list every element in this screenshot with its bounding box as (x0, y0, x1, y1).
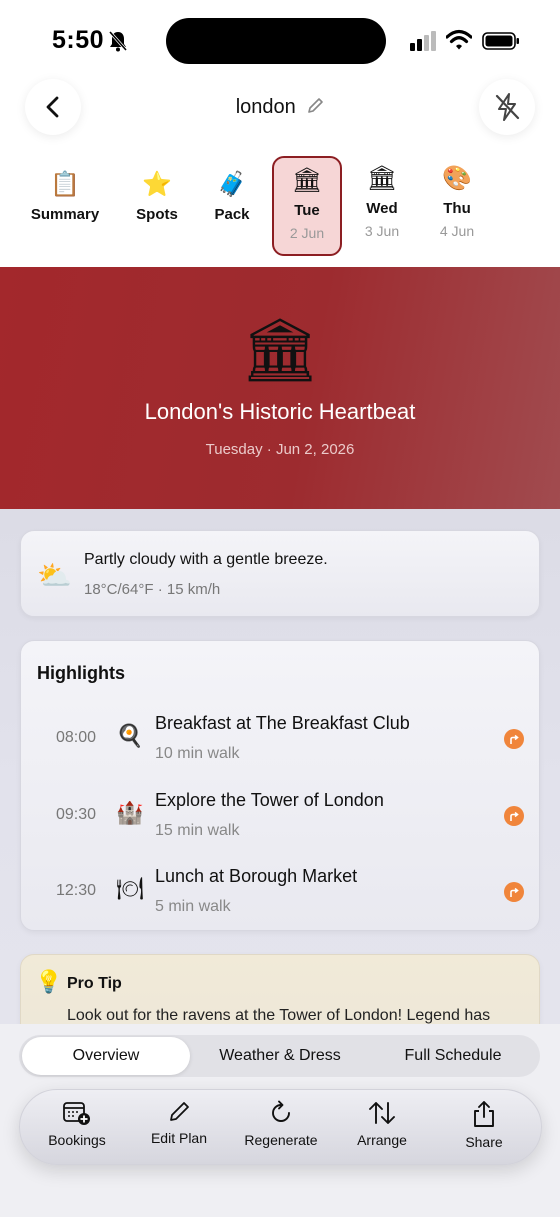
bookings-button[interactable]: Bookings (32, 1100, 122, 1148)
toolbar-label: Share (465, 1134, 503, 1150)
highlights-card: Highlights 08:00 🍳 Breakfast at The Brea… (20, 640, 540, 931)
weather-wind: 15 km/h (166, 581, 221, 598)
status-time: 5:50 (52, 26, 105, 54)
star-icon: ⭐ (142, 171, 172, 198)
regenerate-button[interactable]: Regenerate (236, 1100, 326, 1148)
highlights-title: Highlights (37, 663, 125, 683)
highlight-name: Explore the Tower of London (155, 790, 384, 810)
share-button[interactable]: Share (439, 1100, 529, 1150)
tab-day-tue[interactable]: 🏛 Tue 2 Jun (272, 156, 342, 256)
action-toolbar: Bookings Edit Plan Regenerate Arrange Sh… (19, 1089, 542, 1165)
day-date: Jun 2, 2026 (275, 441, 355, 458)
plate-icon: 🍽 (116, 876, 144, 901)
pencil-icon (170, 1102, 189, 1121)
frying-pan-icon: 🍳 (116, 723, 144, 748)
tab-day-thu[interactable]: 🎨 Thu 4 Jun (422, 156, 492, 256)
tab-date: 4 Jun (439, 223, 475, 239)
weather-card[interactable]: ⛅ Partly cloudy with a gentle breeze. 18… (20, 530, 540, 617)
highlight-item[interactable]: 09:30 🏰 Explore the Tower of London 15 m… (21, 784, 541, 854)
tip-body: Look out for the ravens at the Tower of … (67, 1007, 491, 1024)
flash-off-button[interactable] (479, 79, 535, 135)
bell-slash-icon (108, 31, 128, 52)
tab-label: Spots (136, 206, 178, 223)
tab-date: 3 Jun (364, 223, 400, 239)
calendar-plus-icon (63, 1102, 90, 1125)
view-segmented-control: Overview Weather & Dress Full Schedule (19, 1035, 540, 1077)
weather-description: Partly cloudy with a gentle breeze. (84, 551, 328, 568)
separator-dot: · (266, 441, 276, 458)
toolbar-label: Regenerate (244, 1132, 318, 1148)
highlight-time: 09:30 (56, 806, 97, 823)
tab-label: Tue (294, 202, 320, 219)
edit-plan-button[interactable]: Edit Plan (134, 1100, 224, 1146)
pencil-icon (308, 98, 324, 113)
battery-icon (482, 32, 519, 50)
directions-button[interactable] (504, 729, 524, 749)
toolbar-label: Edit Plan (150, 1130, 208, 1146)
classical-building-icon: 🏛 (366, 165, 398, 192)
tab-pack[interactable]: 🧳 Pack (197, 156, 267, 256)
castle-icon: 🏰 (116, 800, 144, 825)
toolbar-label: Arrange (357, 1132, 407, 1148)
directions-button[interactable] (504, 882, 524, 902)
tab-label: Thu (443, 200, 471, 217)
highlight-walk-time: 10 min walk (155, 745, 240, 762)
day-tabs: 📋 Summary ⭐ Spots 🧳 Pack 🏛 Tue 2 Jun 🏛 W… (0, 150, 560, 266)
highlight-walk-time: 15 min walk (155, 822, 240, 839)
segment-weather-dress[interactable]: Weather & Dress (194, 1037, 366, 1075)
cellular-signal-icon (410, 31, 436, 51)
classical-building-icon: 🏛 (240, 316, 320, 385)
directions-button[interactable] (504, 806, 524, 826)
day-hero: 🏛 London's Historic Heartbeat Tuesday · … (0, 267, 560, 509)
tip-title: Pro Tip (67, 975, 122, 992)
share-icon (474, 1101, 494, 1127)
turn-right-arrow-icon (509, 734, 519, 744)
day-date-line: Tuesday · Jun 2, 2026 (0, 441, 560, 458)
luggage-icon: 🧳 (217, 171, 247, 198)
segment-overview[interactable]: Overview (22, 1037, 190, 1075)
tab-date: 2 Jun (289, 225, 325, 241)
tab-label: Wed (366, 200, 398, 217)
day-weekday: Tuesday (205, 441, 263, 458)
classical-building-icon: 🏛 (291, 167, 323, 194)
turn-right-arrow-icon (509, 811, 519, 821)
arrange-button[interactable]: Arrange (337, 1100, 427, 1148)
status-bar: 5:50 (0, 0, 560, 80)
dynamic-island (166, 18, 386, 64)
day-title: London's Historic Heartbeat (144, 399, 416, 424)
highlight-name: Breakfast at The Breakfast Club (155, 713, 410, 733)
tab-label: Summary (30, 206, 100, 223)
highlight-name: Lunch at Borough Market (155, 866, 358, 886)
highlight-time: 08:00 (56, 729, 97, 746)
highlight-item[interactable]: 08:00 🍳 Breakfast at The Breakfast Club … (21, 707, 541, 777)
weather-temperature: 18°C/64°F (84, 581, 154, 598)
highlight-item[interactable]: 12:30 🍽 Lunch at Borough Market 5 min wa… (21, 860, 541, 930)
partly-cloudy-icon: ⛅ (37, 560, 72, 591)
artist-palette-icon: 🎨 (442, 165, 472, 192)
highlight-walk-time: 5 min walk (155, 898, 231, 915)
turn-right-arrow-icon (509, 887, 519, 897)
clipboard-icon: 📋 (50, 171, 80, 198)
arrow-up-down-icon (369, 1102, 395, 1124)
segment-full-schedule[interactable]: Full Schedule (369, 1037, 537, 1075)
bolt-slash-icon (495, 93, 520, 121)
toolbar-label: Bookings (48, 1132, 106, 1148)
highlight-time: 12:30 (56, 882, 97, 899)
tab-spots[interactable]: ⭐ Spots (122, 156, 192, 256)
weather-stats: 18°C/64°F · 15 km/h (84, 581, 220, 598)
page-title-wrap[interactable]: london (0, 96, 560, 119)
tab-label: Pack (214, 206, 250, 223)
page-title: london (235, 96, 296, 118)
tab-summary[interactable]: 📋 Summary (30, 156, 100, 256)
tab-day-wed[interactable]: 🏛 Wed 3 Jun (347, 156, 417, 256)
lightbulb-icon: 💡 (35, 969, 63, 994)
refresh-icon (272, 1100, 290, 1122)
separator-dot: · (157, 581, 167, 598)
wifi-icon (446, 29, 472, 50)
